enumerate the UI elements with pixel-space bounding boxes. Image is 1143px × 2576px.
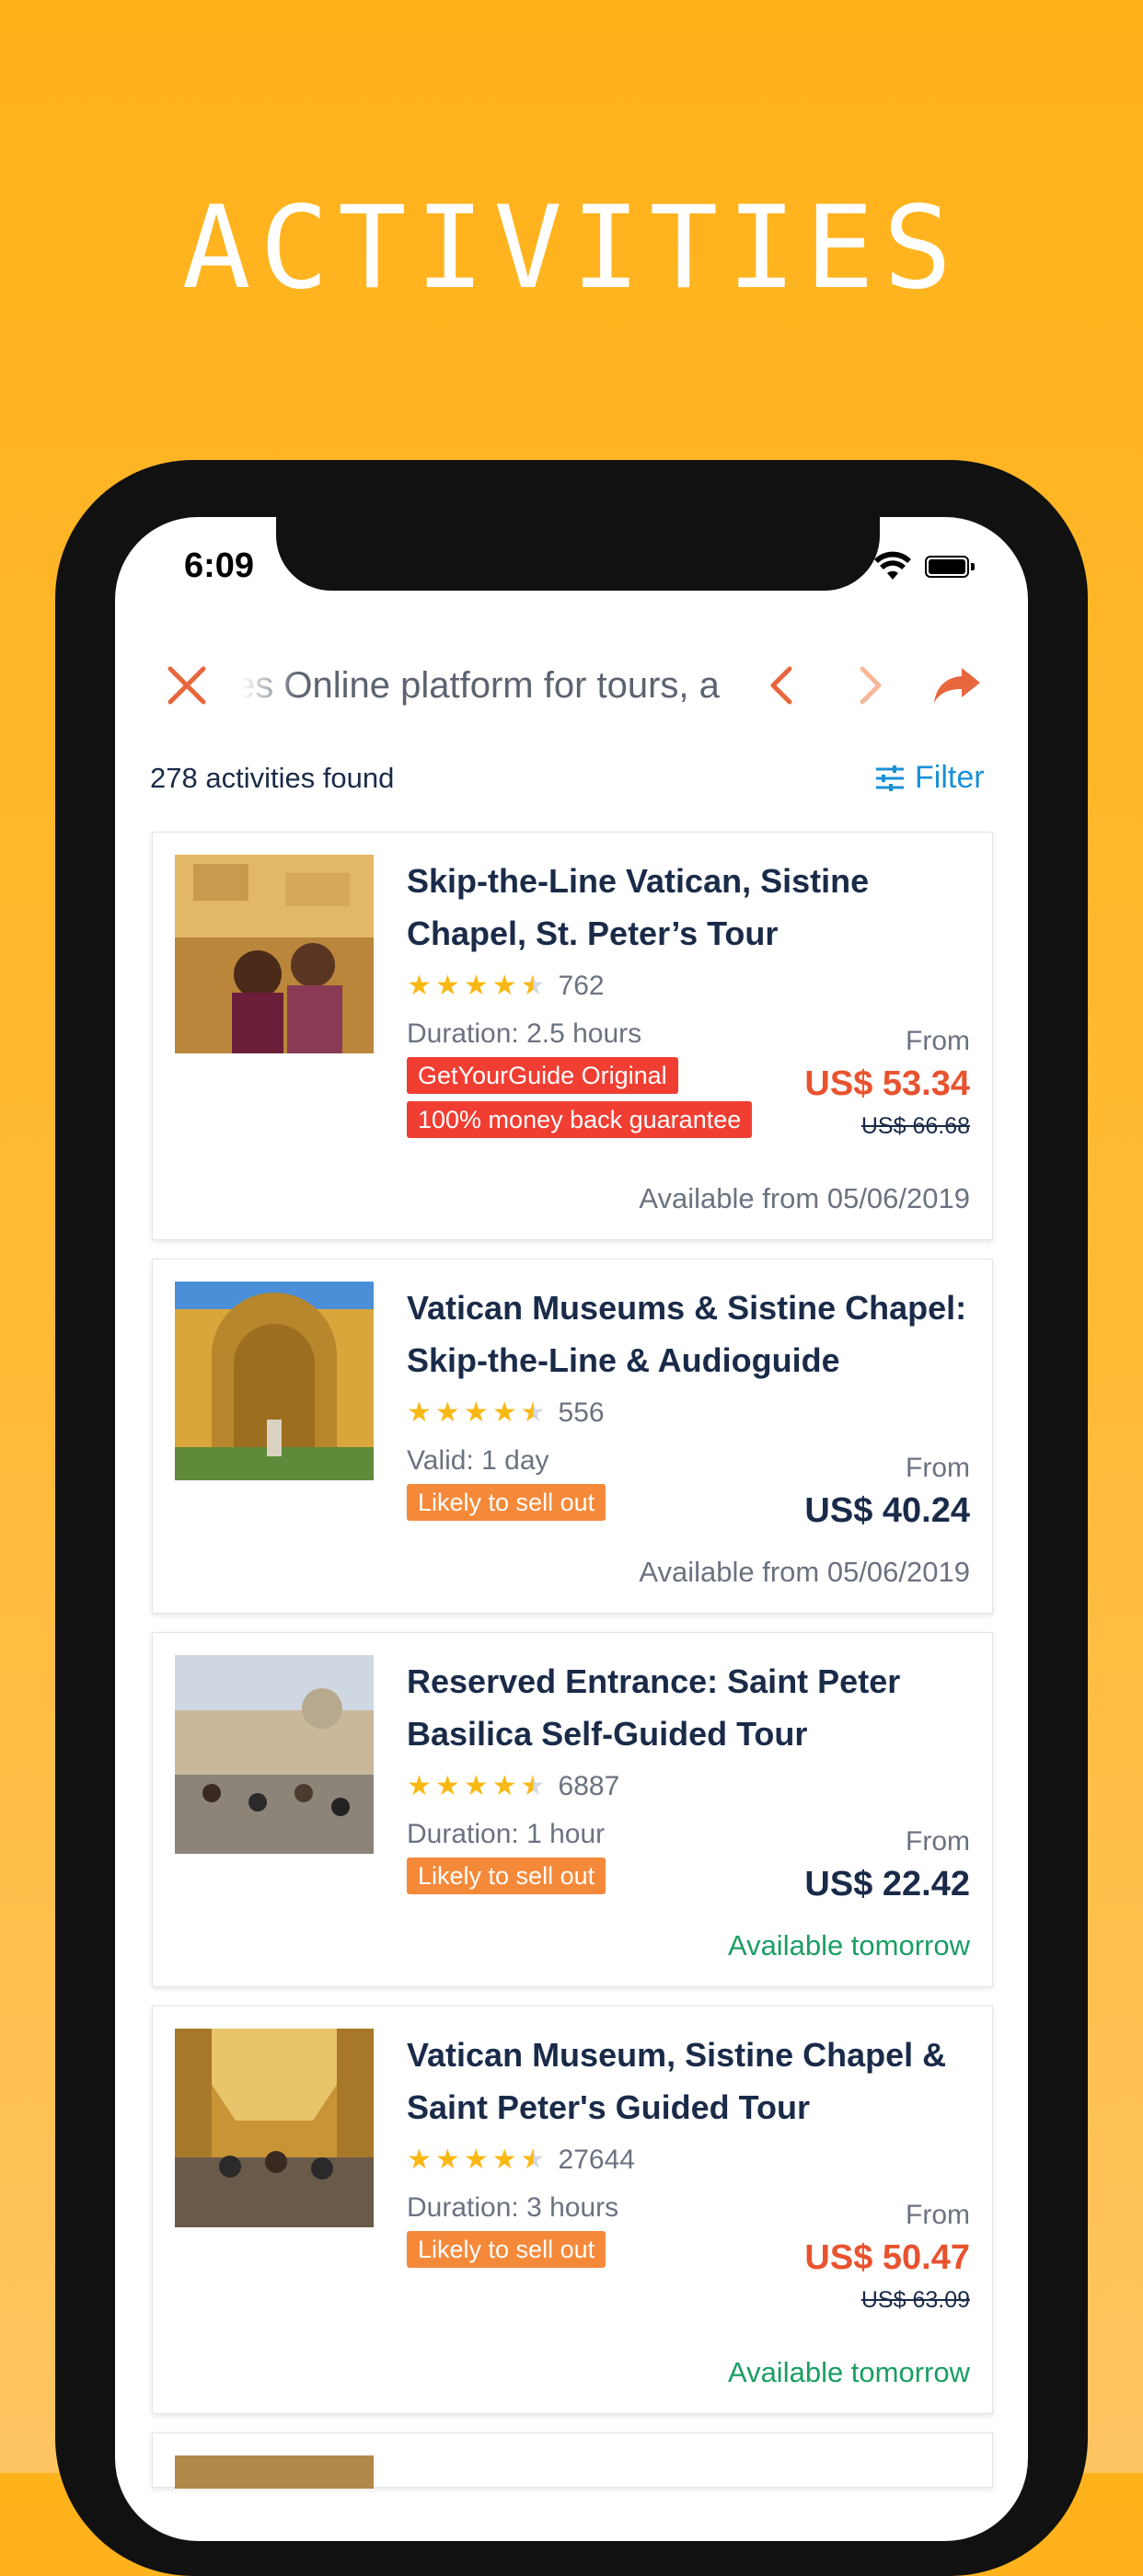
star-icon: ★ (463, 971, 489, 1001)
page-title: es Online platform for tours, a (235, 655, 842, 716)
activity-title: Vatican Museums & Sistine Chapel: Skip-t… (407, 1289, 967, 1379)
availability: Available tomorrow (727, 1929, 970, 1961)
price-block: From US$ 40.24 (804, 1453, 970, 1531)
star-icon: ★ (407, 1397, 432, 1428)
activity-card-partial[interactable] (152, 2432, 993, 2489)
star-icon: ★ (407, 971, 432, 1001)
activity-thumbnail (175, 1282, 374, 1480)
availability: Available from 05/06/2019 (639, 1556, 970, 1588)
review-count: 27644 (558, 2145, 635, 2175)
price: US$ 50.47 (804, 2238, 970, 2277)
activity-title: Vatican Museum, Sistine Chapel & Saint P… (407, 2036, 947, 2126)
share-button[interactable] (929, 658, 985, 713)
rating-stars: ★ ★ ★ ★ ★ 556 (407, 1397, 605, 1429)
activity-title: Skip-the-Line Vatican, Sistine Chapel, S… (407, 862, 870, 952)
share-icon (934, 668, 980, 703)
results-count: 278 activities found (150, 762, 395, 794)
star-icon: ★ (407, 2145, 432, 2175)
rating-stars: ★ ★ ★ ★ ★ 6887 (407, 1771, 619, 1802)
filter-icon (876, 765, 904, 791)
sell-out-badge: Likely to sell out (407, 2231, 606, 2268)
price-block: From US$ 50.47 US$ 63.09 (804, 2200, 970, 2314)
activity-card[interactable]: Vatican Museums & Sistine Chapel: Skip-t… (152, 1259, 993, 1614)
close-icon (167, 666, 206, 705)
star-icon: ★ (407, 1771, 432, 1801)
star-icon: ★ (463, 1771, 489, 1801)
availability: Available tomorrow (727, 2356, 970, 2388)
price: US$ 22.42 (804, 1865, 970, 1903)
sell-out-badge: Likely to sell out (407, 1857, 606, 1894)
sell-out-badge: Likely to sell out (407, 1484, 606, 1521)
forward-button[interactable] (842, 658, 897, 713)
old-price: US$ 66.68 (860, 1113, 970, 1139)
activity-validity: Valid: 1 day (407, 1445, 549, 1476)
price-from-label: From (906, 1453, 970, 1483)
activity-duration: Duration: 1 hour (407, 1819, 606, 1849)
star-icon: ★ (491, 1771, 517, 1801)
wifi-icon (874, 551, 911, 580)
battery-icon (925, 556, 975, 578)
activity-card[interactable]: Reserved Entrance: Saint Peter Basilica … (152, 1632, 993, 1987)
price-from-label: From (906, 1826, 970, 1857)
star-icon: ★ (463, 1397, 489, 1428)
star-icon: ★ (463, 2145, 489, 2175)
headline: ACTIVITIES (181, 182, 962, 315)
status-icons (874, 550, 985, 587)
status-time: 6:09 (184, 546, 255, 585)
activity-duration: Duration: 2.5 hours (407, 1018, 642, 1049)
availability: Available from 05/06/2019 (639, 1182, 970, 1214)
browser-toolbar: es Online platform for tours, a (115, 644, 1028, 727)
activity-thumbnail (175, 2455, 374, 2489)
page-title-text: es Online platform for tours, a (235, 665, 720, 706)
activity-card[interactable]: Vatican Museum, Sistine Chapel & Saint P… (152, 2006, 993, 2414)
guarantee-badge: 100% money back guarantee (407, 1101, 753, 1138)
star-icon: ★ (434, 2145, 460, 2175)
star-icon: ★ (434, 1771, 460, 1801)
back-icon (770, 666, 792, 705)
half-star-icon: ★ (520, 971, 546, 1001)
price-from-label: From (906, 2200, 970, 2230)
rating-stars: ★ ★ ★ ★ ★ 27644 (407, 2145, 635, 2176)
star-icon: ★ (491, 971, 517, 1001)
filter-label: Filter (915, 760, 985, 795)
activity-title: Reserved Entrance: Saint Peter Basilica … (407, 1662, 901, 1753)
star-icon: ★ (434, 1397, 460, 1428)
review-count: 762 (558, 971, 605, 1001)
activity-duration: Duration: 3 hours (407, 2192, 619, 2223)
star-icon: ★ (491, 2145, 517, 2175)
half-star-icon: ★ (520, 1771, 546, 1801)
review-count: 6887 (558, 1771, 620, 1801)
filter-button[interactable]: Filter (874, 760, 985, 796)
price-block: From US$ 22.42 (804, 1826, 970, 1904)
review-count: 556 (558, 1397, 605, 1428)
rating-stars: ★ ★ ★ ★ ★ 762 (407, 971, 605, 1002)
half-star-icon: ★ (520, 1397, 546, 1428)
original-badge: GetYourGuide Original (407, 1057, 678, 1094)
star-icon: ★ (434, 971, 460, 1001)
half-star-icon: ★ (520, 2145, 546, 2175)
activity-thumbnail (175, 855, 374, 1053)
back-button[interactable] (755, 658, 810, 713)
price: US$ 53.34 (804, 1064, 970, 1103)
activity-thumbnail (175, 1655, 374, 1854)
forward-icon (860, 666, 882, 705)
price: US$ 40.24 (804, 1491, 970, 1530)
price-block: From US$ 53.34 US$ 66.68 (804, 1026, 970, 1140)
activity-card[interactable]: Skip-the-Line Vatican, Sistine Chapel, S… (152, 832, 993, 1240)
close-button[interactable] (159, 658, 214, 713)
phone-notch (276, 517, 880, 591)
star-icon: ★ (491, 1397, 517, 1428)
old-price: US$ 63.09 (860, 2287, 970, 2313)
price-from-label: From (906, 1026, 970, 1056)
activity-thumbnail (175, 2029, 374, 2227)
